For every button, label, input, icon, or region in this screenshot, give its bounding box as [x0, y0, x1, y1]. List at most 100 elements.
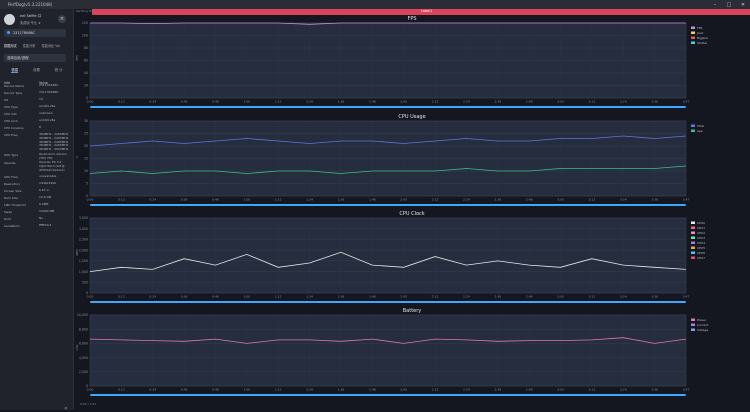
chart-svg: 302520151050%0:00 0:12 0:24 0:36 0:48 1:00 1:1… [75, 119, 704, 206]
x-tick-label: 2:12 [432, 100, 439, 104]
x-tick-label: 0:36 [181, 198, 188, 202]
x-tick-label: 1:00 [243, 198, 250, 202]
info-value: 384MHz - 2265MHz 384MHz - 2265MHz 384MHz… [39, 132, 69, 152]
x-tick-label: 1:00 [243, 295, 250, 299]
legend-label: Voltage [697, 328, 708, 332]
legend-label: Current [697, 323, 709, 327]
info-key: CPU Coreline [4, 126, 24, 130]
info-row: Device Name 23117RK66C [4, 83, 70, 88]
x-tick-label: 1:00 [243, 100, 250, 104]
y-tick-label: 100 [82, 34, 88, 38]
tab-data-test[interactable]: 数据测试 [4, 43, 17, 48]
x-tick-label: 2:48 [526, 100, 533, 104]
legend-swatch [691, 26, 695, 29]
x-tick-label: 3:00 [557, 198, 564, 202]
legend-swatch [691, 129, 695, 132]
y-tick-label: 2,500 [79, 238, 88, 242]
y-tick-label: 5 [86, 182, 88, 186]
legend-label: CPU4 [697, 241, 705, 245]
legend-label: CPU0 [697, 221, 705, 225]
info-row: OpenGL OpenGL ES 3.2 V@0760.0 (GIT@ 4f3f2… [4, 160, 70, 172]
legend-swatch [691, 251, 695, 254]
strip-label: PerfDog Pro [76, 9, 94, 13]
y-tick-label: 2,000 [79, 248, 88, 252]
x-tick-label: 3:24 [620, 198, 627, 202]
x-tick-label: 0:12 [118, 295, 125, 299]
info-value: 14 [39, 97, 43, 101]
x-tick-label: 1:48 [369, 100, 376, 104]
x-tick-label: 3:47 [683, 388, 690, 392]
info-row: Swap 10000 MB [4, 209, 70, 214]
y-tick-label: 4,000 [79, 356, 88, 360]
avatar[interactable] [4, 14, 15, 25]
tab-compare[interactable]: 性能对比 Vip [42, 43, 61, 48]
info-row: LMK Threshold 0.0MB [4, 202, 70, 207]
y-tick-label: 2,000 [79, 370, 88, 374]
y-tick-label: 1,500 [79, 259, 88, 263]
range-slider [90, 204, 686, 206]
legend-label: CPU7 [697, 256, 705, 260]
info-value: 10000 MB [39, 209, 55, 213]
tab-analysis[interactable]: 性能分析 [23, 43, 36, 48]
legend-label: CPU6 [697, 251, 705, 255]
legend-swatch [691, 231, 695, 234]
info-key: GPU Freq [4, 175, 18, 179]
info-row: CPU Freq 384MHz - 2265MHz 384MHz - 2265MH… [4, 132, 70, 152]
x-tick-label: 3:12 [589, 100, 596, 104]
info-key: LMK Threshold [4, 203, 26, 207]
info-row: CPU Coreline 8 [4, 125, 70, 130]
x-tick-label: 0:48 [212, 100, 219, 104]
x-tick-label: 0:36 [181, 295, 188, 299]
legend-swatch [691, 226, 695, 229]
x-tick-label: 2:12 [432, 388, 439, 392]
x-tick-label: 1:36 [338, 388, 345, 392]
range-slider [90, 394, 686, 396]
maximize-button[interactable]: □ [722, 0, 736, 9]
info-key: CPU Arch [4, 119, 18, 123]
collapse-icon[interactable]: « [64, 405, 68, 412]
tab-settings[interactable]: 设置 [33, 67, 40, 73]
chart-panel: CPU Clock 3,500 3,000 2,500 2,000 1,500 1,000 5… [74, 210, 750, 306]
app-selector[interactable]: 选择应用/进程 [4, 54, 66, 62]
chart-svg: 10,0008,0006,0004,0002,0000mW0:00 0:12 0:2… [75, 313, 709, 396]
tab-stats[interactable]: 统 计 [55, 67, 63, 73]
sidebar: nel Selfie 口 免费版 专业 ★ × 23117RK66C 数据测试 … [0, 9, 74, 412]
info-key: SerialNum [4, 224, 20, 228]
info-row: Root No [4, 216, 70, 221]
record-label: Label1 [421, 9, 433, 13]
info-row: GPU Freq unavailable [4, 174, 70, 179]
x-tick-label: 1:48 [369, 388, 376, 392]
x-tick-label: 0:24 [149, 388, 156, 392]
info-row: CPU Arch arm64-v8a [4, 118, 70, 123]
info-key: OS [4, 98, 9, 102]
x-tick-label: 3:00 [557, 388, 564, 392]
logout-icon[interactable]: × [58, 15, 66, 23]
info-row: OS 14 [4, 97, 70, 102]
x-tick-label: 2:24 [463, 295, 470, 299]
y-tick-label: 15 [84, 157, 88, 161]
legend-label: Power [697, 318, 707, 322]
x-tick-label: 3:36 [651, 100, 658, 104]
x-tick-label: 3:47 [683, 295, 690, 299]
minimize-button[interactable]: – [708, 0, 722, 9]
y-tick-label: 8,000 [79, 327, 88, 331]
x-tick-label: 1:36 [338, 100, 345, 104]
info-value: 6.67 in [39, 188, 50, 192]
y-tick-label: 60 [84, 59, 88, 63]
user-subtitle: 免费版 专业 ★ [20, 21, 41, 25]
info-key: OpenGL [4, 161, 17, 165]
info-key: GPU Type [4, 153, 19, 157]
x-tick-label: 1:12 [275, 198, 282, 202]
tab-info[interactable]: 信息 [11, 67, 19, 73]
info-row: Device Type 23117RK66C [4, 90, 70, 95]
legend-swatch [691, 246, 695, 249]
x-tick-label: 2:48 [526, 388, 533, 392]
info-key: CPU Freq [4, 133, 18, 137]
close-button[interactable]: ✕ [736, 0, 750, 9]
info-key: Root [4, 217, 11, 221]
info-row: SerialNum fffff22c1 [4, 223, 70, 228]
legend-swatch [691, 124, 695, 127]
info-value: 23117RK66C [39, 90, 59, 94]
legend-label: App [697, 129, 703, 133]
device-selector[interactable]: 23117RK66C [4, 29, 66, 37]
